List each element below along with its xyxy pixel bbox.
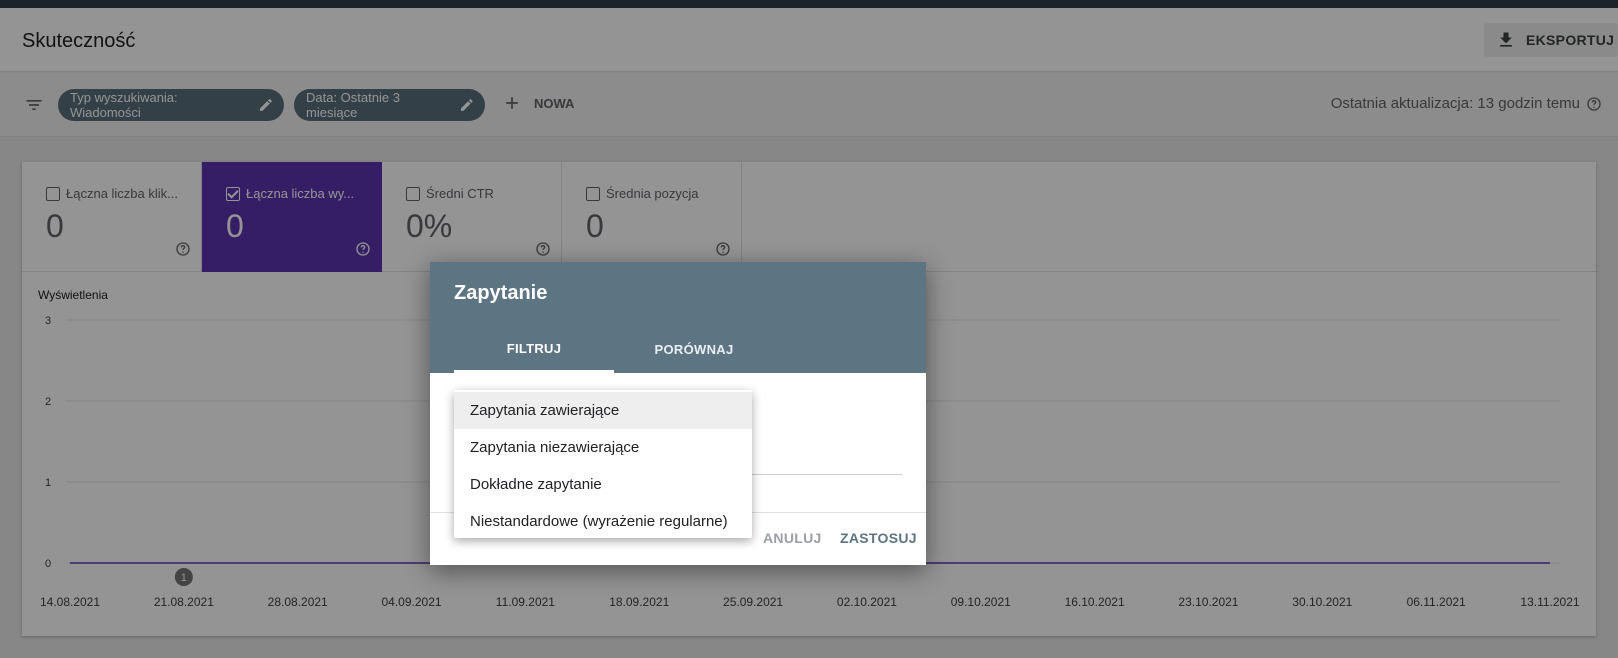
query-type-dropdown: Zapytania zawierające Zapytania niezawie…: [454, 390, 752, 538]
cancel-button[interactable]: ANULUJ: [763, 530, 822, 546]
tab-compare[interactable]: PORÓWNAJ: [614, 326, 774, 373]
tab-filter[interactable]: FILTRUJ: [454, 326, 614, 373]
apply-button[interactable]: ZASTOSUJ: [840, 530, 917, 546]
dropdown-option-regex[interactable]: Niestandardowe (wyrażenie regularne): [454, 503, 752, 540]
query-input-underline[interactable]: [748, 474, 902, 475]
dialog-title: Zapytanie: [454, 282, 548, 304]
dropdown-option-not-contains[interactable]: Zapytania niezawierające: [454, 429, 752, 466]
dialog-header: Zapytanie FILTRUJ PORÓWNAJ: [430, 262, 926, 373]
dropdown-option-exact[interactable]: Dokładne zapytanie: [454, 466, 752, 503]
dropdown-option-contains[interactable]: Zapytania zawierające: [454, 392, 752, 429]
